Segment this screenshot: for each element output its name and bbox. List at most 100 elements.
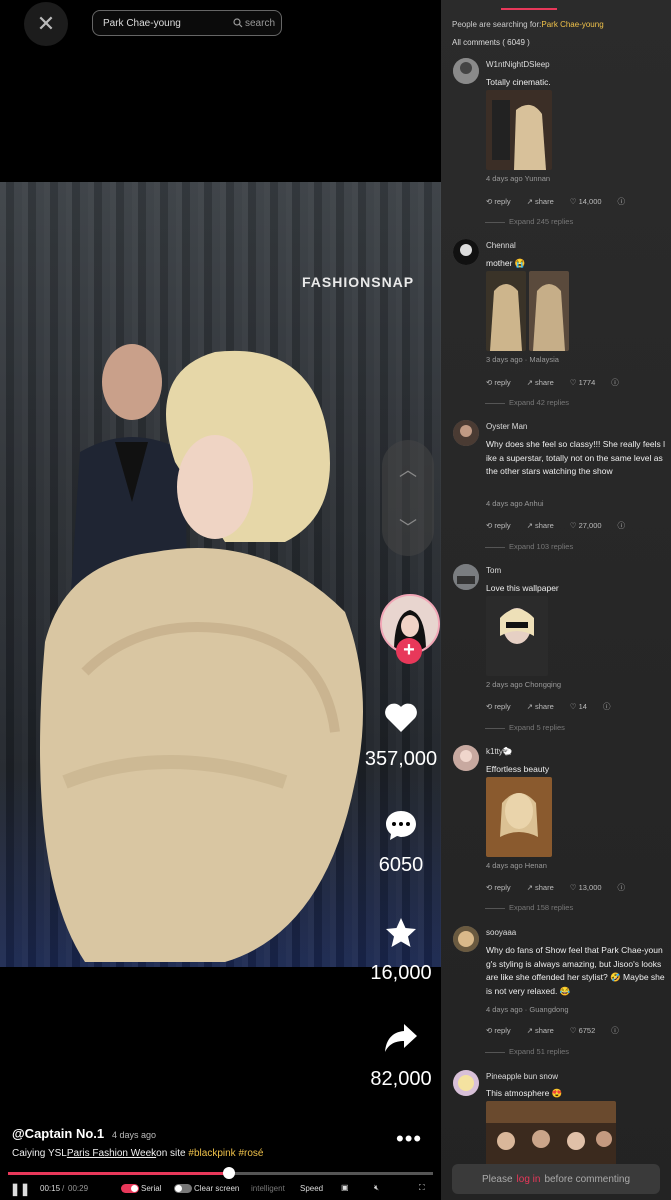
comment-actions: ⟲ reply ↗ share ♡ 14,000 ⓘ — [486, 196, 633, 207]
report-icon[interactable]: ⓘ — [618, 197, 626, 206]
comment-image[interactable] — [529, 271, 569, 351]
post-caption: Caiying YSLParis Fashion Weekon site #bl… — [12, 1148, 263, 1159]
close-button[interactable]: ✕ — [24, 2, 68, 46]
like-count: 357,000 — [364, 748, 438, 770]
model-figure — [40, 350, 363, 962]
reply-button[interactable]: ⟲ reply — [486, 521, 519, 530]
expand-replies[interactable]: Expand 51 replies — [485, 1047, 569, 1056]
comment-image[interactable] — [486, 1101, 616, 1171]
comment-meta: 2 days ago Chongqing — [486, 680, 562, 689]
share-button[interactable]: ↗ share — [527, 378, 562, 387]
hashtag-blackpink[interactable]: #blackpink — [188, 1148, 235, 1159]
commenter-avatar[interactable] — [453, 1070, 479, 1096]
expand-replies[interactable]: Expand 5 replies — [485, 723, 565, 732]
searching-term[interactable]: Park Chae-young — [541, 20, 603, 29]
share-button[interactable]: ↗ share — [527, 521, 562, 530]
commenter-name[interactable]: k1tty🐑 — [486, 747, 513, 756]
comment-meta: 3 days ago · Malaysia — [486, 355, 559, 364]
comment-meta: 4 days ago · Guangdong — [486, 1005, 569, 1014]
share-button[interactable]: ↗ share — [527, 197, 562, 206]
commenter-name[interactable]: Oyster Man — [486, 422, 527, 431]
caption-link[interactable]: Paris Fashion Week — [67, 1148, 156, 1159]
like-button[interactable]: ♡ 6752 — [570, 1026, 604, 1035]
share-arrow-icon — [385, 1024, 417, 1052]
report-icon[interactable]: ⓘ — [603, 702, 611, 711]
login-prompt[interactable]: Please log in before commenting — [452, 1164, 660, 1194]
like-action[interactable]: 357,000 — [361, 702, 441, 771]
progress-bar[interactable] — [8, 1167, 433, 1179]
report-icon[interactable]: ⓘ — [618, 883, 626, 892]
commenter-avatar[interactable] — [453, 745, 479, 771]
comment-text: Effortless beauty — [486, 764, 550, 774]
commenter-avatar[interactable] — [453, 564, 479, 590]
expand-replies[interactable]: Expand 245 replies — [485, 217, 573, 226]
intelligent-label[interactable]: intelligent — [251, 1184, 285, 1193]
fullscreen-icon[interactable]: ⛶ — [419, 1183, 425, 1193]
like-button[interactable]: ♡ 14,000 — [570, 197, 610, 206]
comment-actions: ⟲ reply ↗ share ♡ 1774 ⓘ — [486, 377, 627, 388]
panel-indicator — [501, 8, 557, 10]
commenter-avatar[interactable] — [453, 420, 479, 446]
clear-screen-toggle[interactable]: Clear screen — [174, 1184, 239, 1194]
reply-button[interactable]: ⟲ reply — [486, 1026, 519, 1035]
more-options-icon[interactable]: ••• — [396, 1126, 422, 1152]
report-icon[interactable]: ⓘ — [611, 378, 619, 387]
progress-fill — [8, 1172, 229, 1175]
chevron-down-icon[interactable]: ﹀ — [399, 514, 417, 540]
commenter-name[interactable]: W1ntNightDSleep — [486, 60, 550, 69]
share-button[interactable]: ↗ share — [527, 702, 562, 711]
commenter-name[interactable]: Tom — [486, 566, 501, 575]
serial-switch[interactable] — [121, 1184, 139, 1194]
commenter-avatar[interactable] — [453, 926, 479, 952]
commenter-name[interactable]: sooyaaa — [486, 928, 516, 937]
comment-count: 6050 — [378, 854, 424, 876]
search-input[interactable]: Park Chae-young — [99, 18, 233, 29]
comment-image[interactable] — [486, 596, 548, 676]
reply-button[interactable]: ⟲ reply — [486, 197, 519, 206]
favorite-count: 16,000 — [370, 962, 432, 984]
serial-toggle[interactable]: Serial — [121, 1184, 162, 1194]
pause-icon[interactable]: ❚❚ — [10, 1182, 30, 1196]
comment-image[interactable] — [486, 777, 552, 857]
commenter-avatar[interactable] — [453, 58, 479, 84]
share-button[interactable]: ↗ share — [527, 883, 562, 892]
like-button[interactable]: ♡ 13,000 — [570, 883, 610, 892]
commenter-name[interactable]: Pineapple bun snow — [486, 1072, 558, 1081]
search-button[interactable]: search — [233, 18, 275, 29]
reply-button[interactable]: ⟲ reply — [486, 883, 519, 892]
report-icon[interactable]: ⓘ — [618, 521, 626, 530]
commenter-name[interactable]: Chennal — [486, 241, 516, 250]
expand-replies[interactable]: Expand 103 replies — [485, 542, 573, 551]
progress-handle[interactable] — [223, 1167, 235, 1179]
share-action[interactable]: 82,000 — [361, 1022, 441, 1091]
video-watermark: FASHIONSNAP — [302, 274, 415, 290]
reply-button[interactable]: ⟲ reply — [486, 702, 519, 711]
comment-meta: 4 days ago Anhui — [486, 499, 544, 508]
comment-image[interactable] — [486, 271, 526, 351]
like-button[interactable]: ♡ 1774 — [570, 378, 604, 387]
post-date: 4 days ago — [112, 1130, 157, 1140]
speed-button[interactable]: Speed — [300, 1184, 323, 1193]
report-icon[interactable]: ⓘ — [611, 1026, 619, 1035]
hashtag-rose[interactable]: #rosé — [238, 1148, 263, 1159]
time-total: 00:29 — [68, 1184, 89, 1193]
like-button[interactable]: ♡ 14 — [570, 702, 595, 711]
pip-icon[interactable]: ▣ — [341, 1183, 349, 1192]
expand-replies[interactable]: Expand 42 replies — [485, 398, 569, 407]
login-link[interactable]: log in — [517, 1174, 541, 1185]
comment-image[interactable] — [486, 90, 552, 170]
reply-button[interactable]: ⟲ reply — [486, 378, 519, 387]
commenter-avatar[interactable] — [453, 239, 479, 265]
expand-replies[interactable]: Expand 158 replies — [485, 903, 573, 912]
follow-button[interactable]: + — [396, 638, 422, 664]
comment-action[interactable]: 6050 — [361, 808, 441, 877]
serial-label: Serial — [141, 1184, 162, 1193]
mute-icon[interactable]: 🔇︎ — [374, 1183, 379, 1193]
like-button[interactable]: ♡ 27,000 — [570, 521, 610, 530]
clear-screen-switch[interactable] — [174, 1184, 192, 1194]
favorite-action[interactable]: 16,000 — [361, 916, 441, 985]
search-box[interactable]: Park Chae-young search — [92, 10, 282, 36]
post-author[interactable]: @Captain No.1 — [12, 1126, 104, 1141]
chevron-up-icon[interactable]: ︿ — [399, 456, 417, 482]
share-button[interactable]: ↗ share — [527, 1026, 562, 1035]
